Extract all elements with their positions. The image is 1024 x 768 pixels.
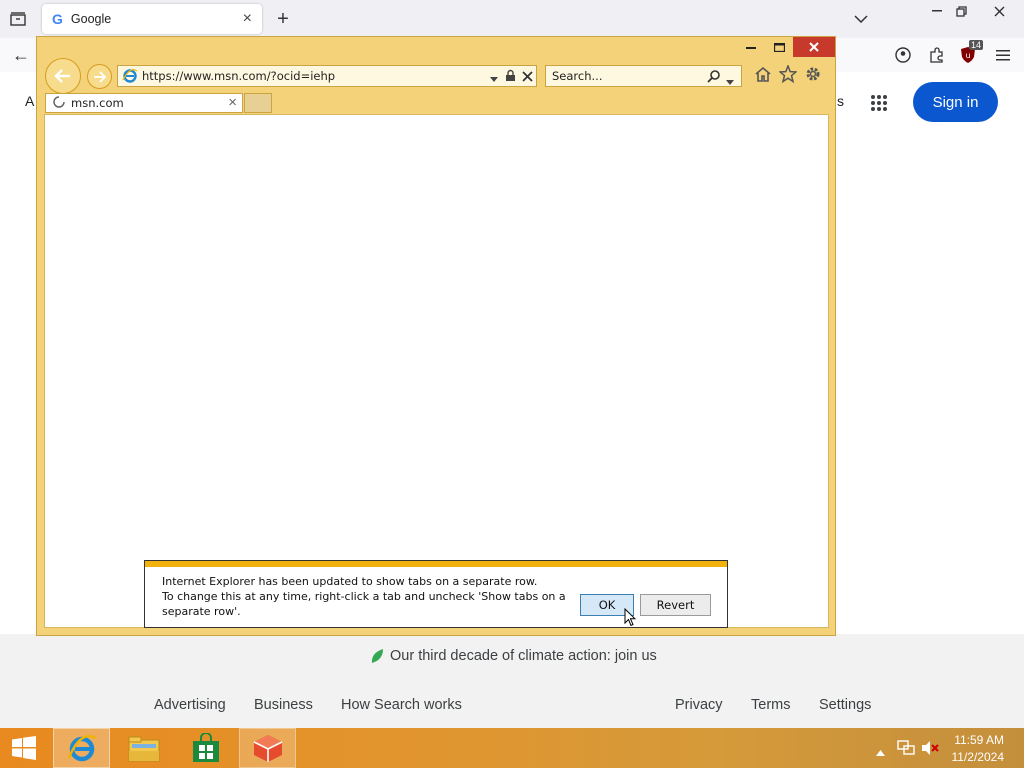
restore-icon[interactable] — [952, 2, 970, 20]
extension-badge: 14 — [969, 40, 984, 50]
home-icon[interactable] — [754, 66, 772, 86]
notification-line-2: To change this at any time, right-click … — [162, 590, 566, 603]
footer-terms-link[interactable]: Terms — [751, 697, 790, 713]
climate-text: Our third decade of climate action: join… — [390, 648, 657, 664]
favorites-star-icon[interactable] — [778, 63, 798, 86]
taskbar-file-explorer[interactable] — [115, 728, 172, 768]
ie-logo-icon — [122, 69, 138, 83]
ie-window: https://www.msn.com/?ocid=iehp Search...… — [36, 36, 836, 636]
svg-text:u: u — [965, 51, 970, 60]
taskbar-internet-explorer[interactable] — [53, 728, 110, 768]
leaf-icon — [371, 649, 383, 663]
ie-new-tab-button[interactable] — [244, 93, 272, 113]
ie-address-url: https://www.msn.com/?ocid=iehp — [142, 69, 336, 83]
address-dropdown-icon[interactable] — [490, 71, 498, 86]
taskbar: 11:59 AM 11/2/2024 — [0, 728, 1024, 768]
footer-how-search-works-link[interactable]: How Search works — [341, 697, 462, 713]
ie-search-box[interactable]: Search... — [545, 65, 742, 87]
partial-text-right: s — [837, 93, 844, 109]
new-tab-button[interactable]: + — [272, 8, 294, 30]
stop-icon[interactable] — [522, 70, 533, 85]
notification-line-3: separate row'. — [162, 605, 241, 618]
footer-settings-link[interactable]: Settings — [819, 697, 871, 713]
tab-list-icon[interactable] — [6, 8, 30, 30]
climate-banner[interactable]: Our third decade of climate action: join… — [370, 648, 657, 664]
ie-back-icon[interactable] — [45, 58, 81, 94]
ie-page-content — [44, 114, 829, 628]
clock-time[interactable]: 11:59 AM — [954, 733, 1004, 747]
google-footer: Our third decade of climate action: join… — [0, 634, 1024, 728]
search-icon[interactable] — [707, 69, 721, 86]
store-bag-icon — [192, 733, 219, 762]
search-dropdown-icon[interactable] — [726, 74, 734, 89]
ie-tab-title: msn.com — [71, 96, 124, 110]
ie-taskbar-icon — [67, 735, 97, 762]
sign-in-button[interactable]: Sign in — [913, 82, 998, 122]
ie-caption-buttons — [737, 37, 835, 59]
lock-icon[interactable] — [505, 69, 516, 85]
folder-icon — [128, 736, 159, 762]
back-arrow-icon[interactable]: ← — [10, 44, 32, 66]
footer-advertising-link[interactable]: Advertising — [154, 697, 226, 713]
ie-minimize-icon[interactable] — [737, 37, 765, 57]
partial-text-left: A — [25, 93, 35, 109]
ie-search-placeholder: Search... — [552, 69, 603, 83]
revert-button[interactable]: Revert — [640, 594, 711, 616]
ie-maximize-icon[interactable] — [765, 37, 793, 57]
ie-address-bar[interactable]: https://www.msn.com/?ocid=iehp — [117, 65, 537, 87]
start-windows-icon[interactable] — [0, 728, 48, 768]
footer-privacy-link[interactable]: Privacy — [675, 697, 723, 713]
clock-date[interactable]: 11/2/2024 — [952, 750, 1005, 764]
chevron-down-icon[interactable] — [850, 8, 872, 30]
ie-close-icon[interactable] — [793, 37, 835, 57]
volume-muted-icon[interactable] — [921, 740, 939, 759]
loading-spinner-icon — [53, 95, 65, 111]
tab-google[interactable]: G Google × — [42, 4, 262, 34]
minimize-icon[interactable] — [928, 2, 946, 20]
ie-notification-bar: Internet Explorer has been updated to sh… — [144, 560, 728, 628]
tab-title: Google — [70, 12, 112, 26]
apps-grid-icon[interactable] — [870, 94, 888, 112]
footer-business-link[interactable]: Business — [254, 697, 313, 713]
network-icon[interactable] — [897, 740, 915, 759]
close-icon[interactable] — [990, 2, 1008, 20]
notification-stripe — [145, 561, 727, 567]
notification-line-1: Internet Explorer has been updated to sh… — [162, 575, 538, 588]
tab-close-icon[interactable]: × — [243, 10, 252, 28]
tray-show-hidden-icon[interactable] — [876, 744, 885, 759]
taskbar-store[interactable] — [177, 728, 234, 768]
ie-tab-close-icon[interactable]: × — [228, 94, 237, 111]
ie-tab-msn[interactable]: msn.com × — [45, 93, 243, 113]
mouse-cursor-icon — [624, 607, 637, 630]
menu-hamburger-icon[interactable] — [992, 44, 1014, 66]
ie-forward-icon[interactable] — [87, 64, 112, 89]
extensions-puzzle-icon[interactable] — [926, 44, 948, 66]
taskbar-app-running[interactable] — [239, 728, 296, 768]
tools-gear-icon[interactable] — [804, 65, 822, 86]
firefox-tab-strip: G Google × + — [0, 0, 1024, 38]
account-icon[interactable] — [892, 44, 914, 66]
ublock-icon[interactable]: u 14 — [959, 40, 984, 66]
google-favicon-icon: G — [52, 11, 63, 27]
red-cube-app-icon — [253, 735, 282, 762]
